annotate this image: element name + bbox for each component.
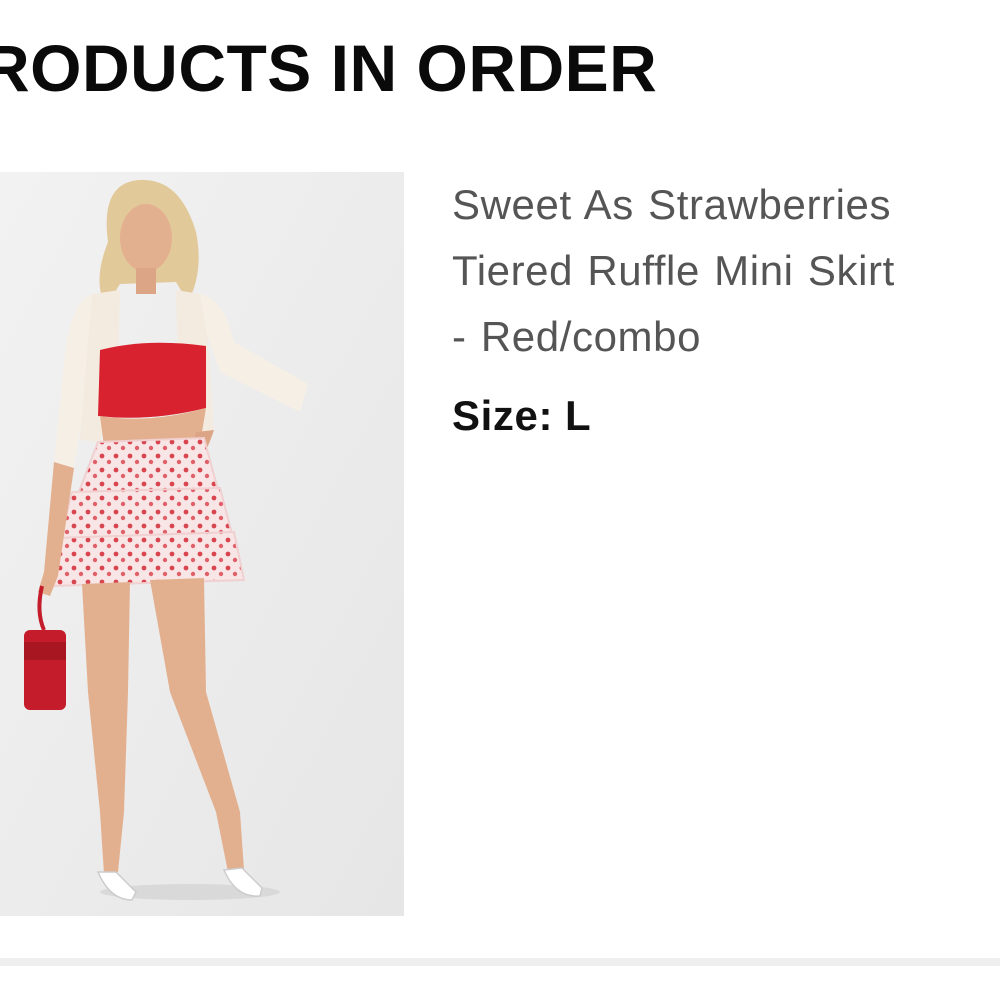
product-size: Size: L [452,392,992,440]
order-product-item[interactable]: Sweet As Strawberries Tiered Ruffle Mini… [0,172,1000,916]
size-label: Size: [452,392,554,439]
product-name-line: Sweet As Strawberries [452,181,892,228]
product-image[interactable] [0,172,404,916]
section-title: RODUCTS IN ORDER [0,31,658,105]
product-name-line: Tiered Ruffle Mini Skirt [452,247,895,294]
section-divider [0,958,1000,966]
product-photo-icon [0,172,404,916]
size-value: L [565,392,592,439]
product-info: Sweet As Strawberries Tiered Ruffle Mini… [452,172,992,440]
product-name-line: - Red/combo [452,313,702,360]
product-name[interactable]: Sweet As Strawberries Tiered Ruffle Mini… [452,172,992,370]
